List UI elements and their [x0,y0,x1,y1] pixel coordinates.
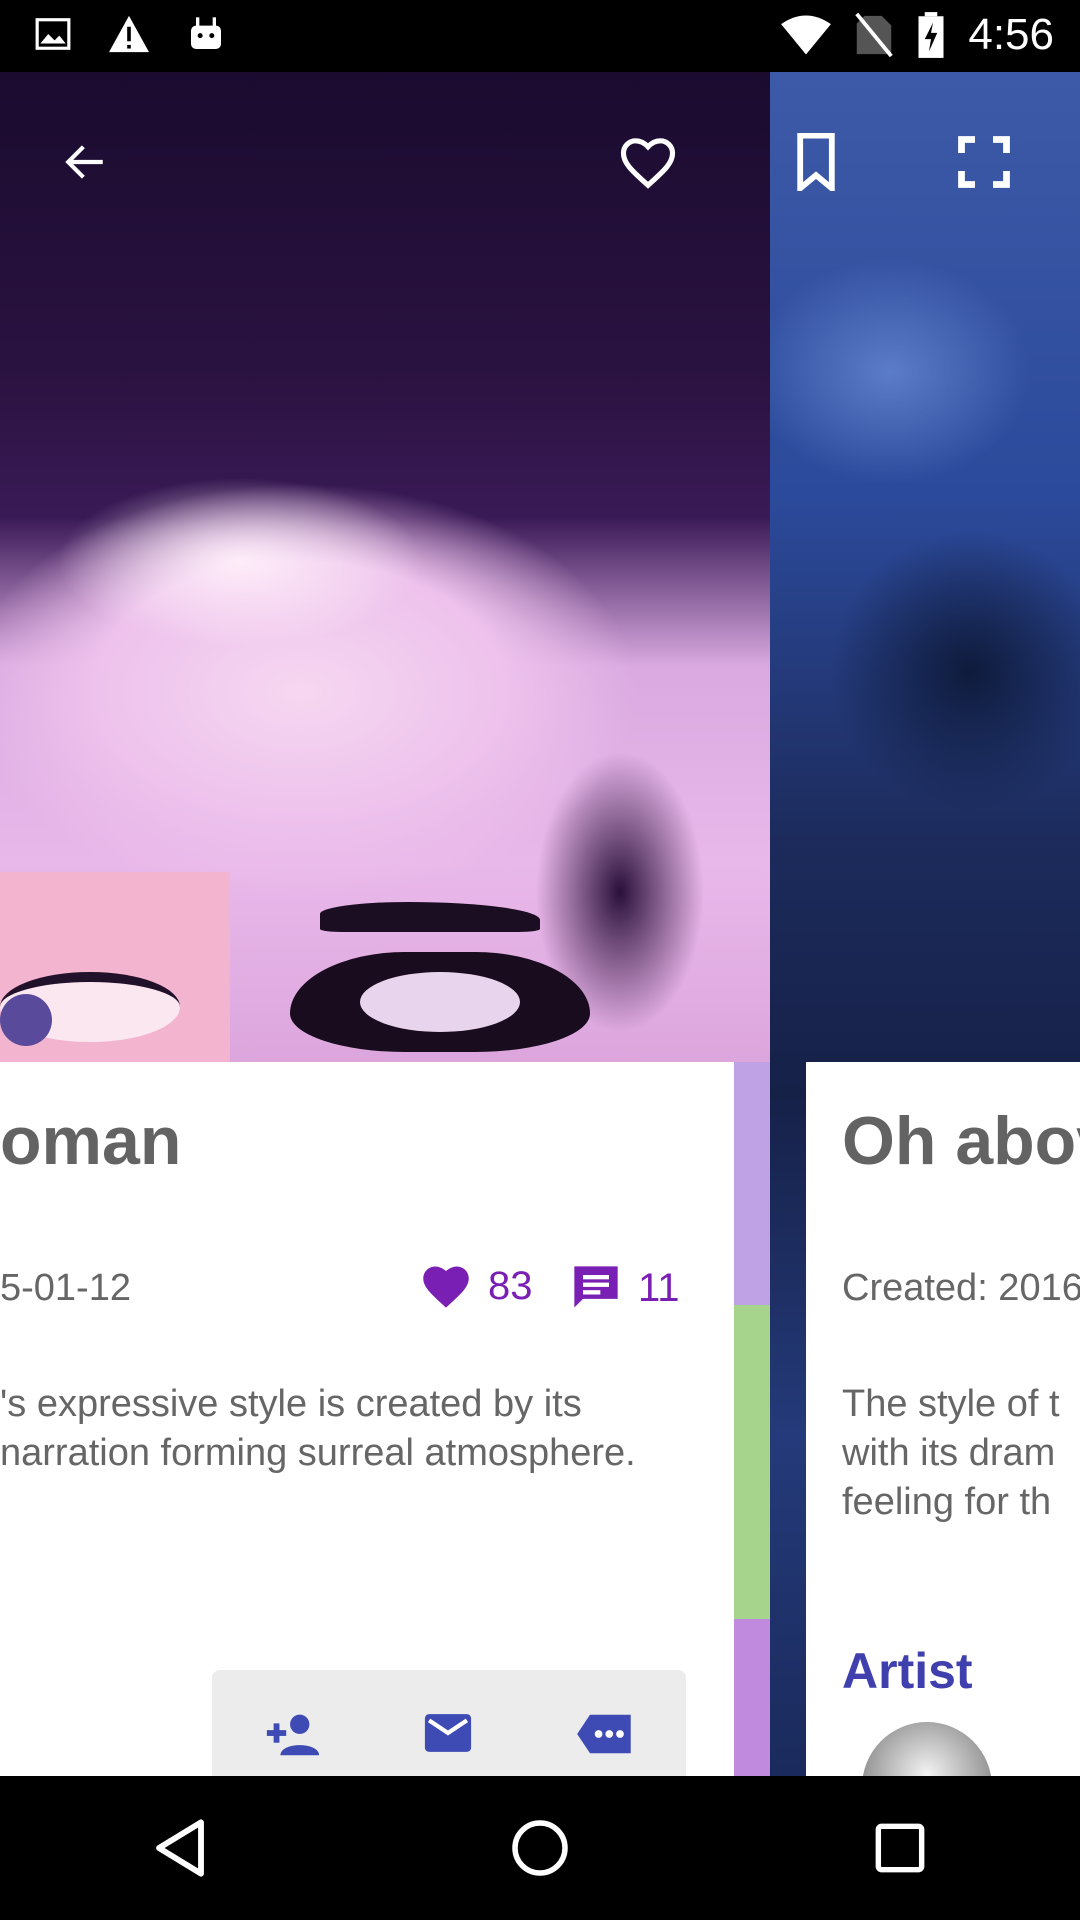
message-icon[interactable] [575,1712,635,1756]
comment-icon [574,1266,618,1308]
home-circle-icon [512,1820,568,1876]
nav-home-button[interactable] [480,1788,600,1908]
person-add-icon[interactable] [263,1712,321,1756]
comments-count: 11 [638,1265,680,1310]
clock: 4:56 [968,10,1054,59]
artwork-info-card: oman 5-01-12 83 11 's expressive style i… [0,1062,734,1776]
description-line: feeling for th [842,1481,1052,1523]
description-line: 's expressive style is created by its [0,1383,582,1425]
artist-heading: Artist [842,1643,973,1699]
mail-icon[interactable] [422,1712,474,1754]
collage-brow [320,902,540,932]
back-triangle-icon [156,1819,204,1877]
status-right-icons: 4:56 [780,10,1054,60]
warning-icon [109,15,149,53]
status-left-icons [34,14,226,54]
artwork-date-next: Created: 2016 [842,1267,1080,1309]
description-line: narration forming surreal atmosphere. [0,1432,636,1474]
arrow-back-icon [65,145,103,179]
artwork-page-left[interactable]: oman 5-01-12 83 11 's expressive style i… [0,72,770,1776]
nav-recents-button[interactable] [840,1788,960,1908]
description-line: The style of t [842,1383,1060,1425]
bookmark-outline-icon [797,133,835,191]
heart-outline-icon [620,138,676,189]
bookmark-button[interactable] [776,122,856,202]
android-icon [191,17,221,49]
wifi-icon [781,15,832,55]
no-sim-icon [855,12,894,58]
back-button[interactable] [44,122,124,202]
artwork-page-right[interactable]: Oh abov Created: 2016 The style of t wit… [770,72,1080,1776]
description-line: with its dram [842,1432,1056,1474]
artwork-pager[interactable]: oman 5-01-12 83 11 's expressive style i… [0,72,1080,1776]
artist-avatar[interactable] [862,1722,992,1776]
nav-back-button[interactable] [120,1788,240,1908]
fullscreen-button[interactable] [944,122,1024,202]
heart-filled-icon [423,1266,469,1308]
artwork-title: oman [0,1103,182,1179]
comments-counter[interactable]: 11 [570,1262,680,1314]
artwork-title-next: Oh abov [842,1103,1080,1179]
artwork-date: 5-01-12 [0,1267,131,1309]
artwork-info-card-next: Oh abov Created: 2016 The style of t wit… [806,1062,1080,1776]
status-bar: 4:56 [0,0,1080,72]
recents-square-icon [875,1823,925,1873]
artwork-description-next: The style of t with its dram feeling for… [842,1380,1060,1527]
navigation-bar [0,1776,1080,1920]
likes-count: 83 [488,1263,533,1308]
artwork-image[interactable] [0,72,770,1062]
image-icon [35,18,71,50]
page-edge-strip [734,1062,770,1776]
favorite-button[interactable] [608,122,688,202]
artwork-description: 's expressive style is created by its na… [0,1380,734,1478]
likes-counter[interactable]: 83 [420,1262,533,1310]
collage-eye-left [0,972,180,1046]
collage-eye-right [290,952,590,1052]
artist-actions-bar [212,1670,686,1776]
battery-charging-icon [918,12,944,58]
fullscreen-icon [958,136,1010,188]
